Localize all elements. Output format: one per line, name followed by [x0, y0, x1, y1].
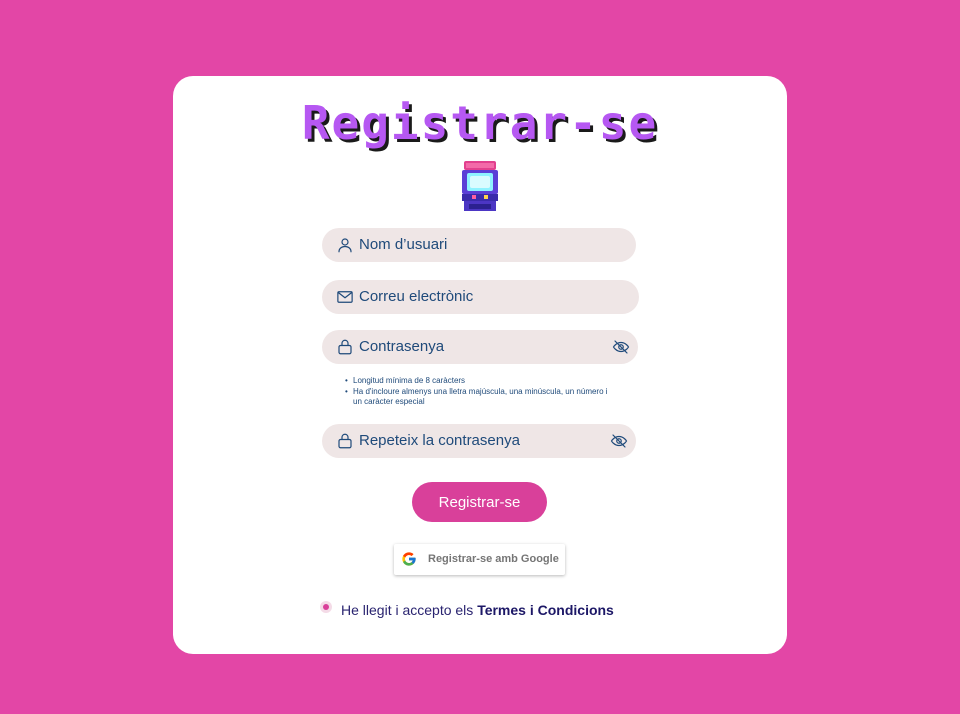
- terms-link[interactable]: Termes i Condicions: [477, 602, 614, 618]
- lock-icon: [338, 339, 352, 355]
- password-placeholder: Contrasenya: [359, 338, 445, 355]
- confirm-password-field[interactable]: Repeteix la contrasenya: [322, 424, 636, 458]
- email-field[interactable]: Correu electrònic: [322, 280, 639, 314]
- password-hint: Ha d'incloure almenys una lletra majúscu…: [345, 387, 615, 407]
- page-title: Registrar-se: [301, 96, 659, 150]
- google-button-label: Registrar-se amb Google: [428, 553, 559, 565]
- email-placeholder: Correu electrònic: [359, 288, 474, 305]
- user-icon: [338, 238, 352, 253]
- terms-prefix: He llegit i accepto els: [341, 602, 478, 618]
- terms-radio[interactable]: [320, 601, 332, 613]
- password-hint: Longitud mínima de 8 caràcters: [345, 376, 615, 386]
- eye-off-icon[interactable]: [610, 432, 628, 450]
- eye-off-icon[interactable]: [612, 338, 630, 356]
- confirm-password-placeholder: Repeteix la contrasenya: [359, 432, 520, 449]
- username-field[interactable]: Nom d’usuari: [322, 228, 636, 262]
- username-placeholder: Nom d’usuari: [359, 236, 448, 253]
- google-icon: [402, 552, 416, 566]
- password-field[interactable]: Contrasenya: [322, 330, 638, 364]
- lock-icon: [338, 433, 352, 449]
- password-hints: Longitud mínima de 8 caràcters Ha d'incl…: [345, 376, 615, 408]
- mail-icon: [337, 291, 353, 303]
- terms-text: He llegit i accepto els Termes i Condici…: [341, 600, 614, 620]
- register-button[interactable]: Registrar-se: [412, 482, 547, 522]
- arcade-machine-icon: [462, 161, 498, 211]
- google-signin-button[interactable]: Registrar-se amb Google: [394, 544, 565, 575]
